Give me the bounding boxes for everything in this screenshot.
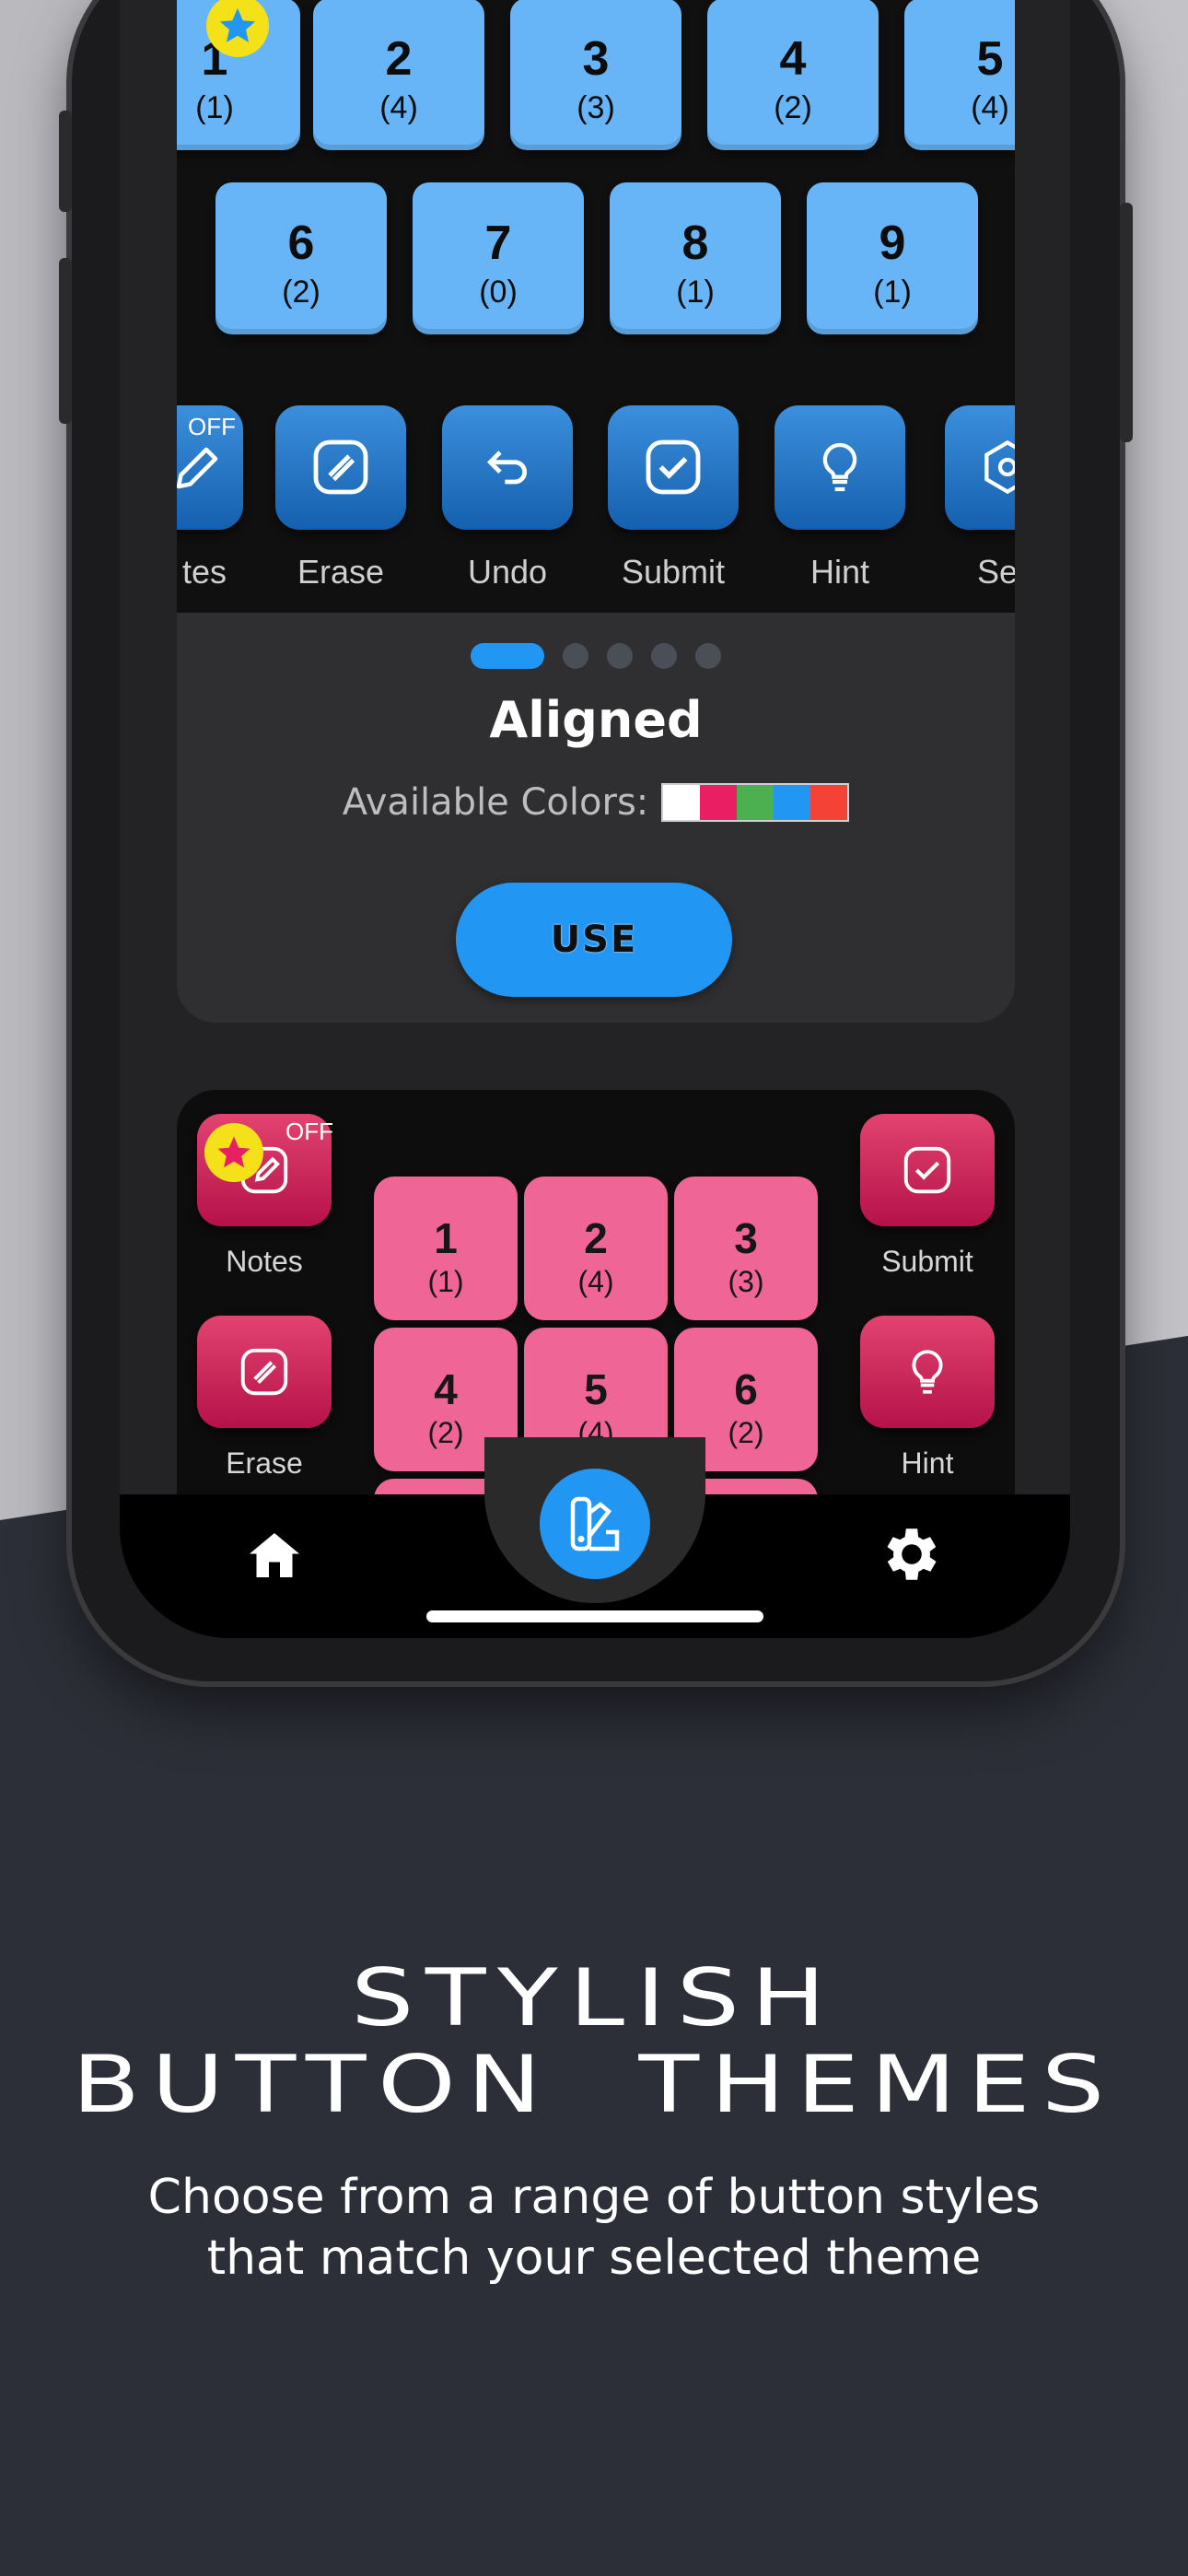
theme-title: Aligned [489,691,703,749]
phone-side-button [1120,203,1133,442]
theme-card: 1 (1) 2 (4) 3 (3) 4 (2) 5 (4) 6 (2) 7 (0… [177,0,1015,1023]
hint-tool-button[interactable] [775,405,905,530]
number-key[interactable]: 1 (1) [374,1177,518,1320]
key-count: (0) [479,275,518,310]
erase-label: Erase [297,553,385,591]
hint-label: Hint [809,553,870,591]
number-key[interactable]: 3 (3) [674,1177,818,1320]
number-key[interactable]: 8 (1) [610,182,781,334]
page-dot[interactable] [563,643,588,669]
undo-icon [486,451,527,485]
phone-side-button [59,111,72,212]
swatch-pink [700,785,738,820]
number-key[interactable]: 9 (1) [807,182,978,334]
number-key[interactable]: 2 (4) [524,1177,668,1320]
key-number: 5 [976,32,1004,86]
key-count: (1) [676,275,715,310]
key-count: (4) [577,1265,614,1298]
key-number: 9 [879,217,906,270]
pencil-icon [177,447,218,489]
notes-off-badge: OFF [188,413,236,440]
number-key[interactable]: 6 (2) [215,182,387,334]
star-icon [204,1123,263,1182]
erase-label: Erase [226,1446,303,1480]
key-number: 8 [681,217,709,270]
key-count: (2) [774,90,812,125]
key-number: 7 [484,217,512,270]
number-key[interactable]: 7 (0) [413,182,584,334]
undo-tool-button[interactable] [442,405,573,530]
key-count: (3) [728,1265,764,1298]
hint-tool-button[interactable] [860,1316,995,1428]
key-number: 6 [734,1365,758,1413]
key-count: (2) [282,275,320,310]
phone-screen: 1 (1) 2 (4) 3 (3) 4 (2) 5 (4) 6 (2) 7 (0… [120,0,1070,1638]
erase-tool-button[interactable] [197,1316,332,1428]
key-count: (1) [427,1265,464,1298]
submit-tool-button[interactable] [860,1114,995,1226]
submit-tool-button[interactable] [608,405,739,530]
page-dot[interactable] [651,643,677,669]
home-indicator [426,1610,763,1622]
eraser-icon [313,439,368,495]
phone-side-button [59,258,72,424]
subtitle: Choose from a range of button styles tha… [0,2167,1188,2289]
settings-tool-button[interactable] [945,405,1015,530]
theme-preview-keypad: 1 (1) 2 (4) 3 (3) 4 (2) 5 (4) 6 (2) 7 (0… [177,0,1015,613]
color-swatches [661,783,850,822]
use-theme-button[interactable]: USE [456,883,732,997]
key-number: 4 [779,32,807,86]
number-key[interactable]: 3 (3) [510,0,681,150]
key-number: 2 [584,1214,608,1262]
key-number: 4 [434,1365,458,1413]
page-indicator[interactable] [177,643,1015,669]
subtitle-line-1: Choose from a range of button styles [147,2170,1041,2225]
key-count: (1) [195,90,234,125]
key-count: (4) [971,90,1009,125]
key-number: 1 [434,1214,458,1262]
themes-fab-button[interactable] [540,1469,650,1579]
number-key[interactable]: 5 (4) [904,0,1015,150]
page-dot[interactable] [607,643,633,669]
available-colors-label: Available Colors: [342,781,649,824]
eraser-icon [240,1348,288,1396]
key-count: (4) [379,90,418,125]
submit-label: Submit [621,553,726,591]
key-number: 3 [734,1214,758,1262]
swatch-green [737,785,775,820]
headline-line-2: BUTTON THEMES [72,2039,1116,2131]
headline: STYLISH BUTTON THEMES [0,1955,1188,2128]
checkbox-icon [903,1146,951,1194]
lightbulb-icon [822,442,857,492]
key-count: (3) [577,90,615,125]
key-number: 2 [385,32,413,86]
hexagon-settings-icon [984,439,1015,495]
home-icon[interactable] [241,1522,308,1588]
key-count: (1) [873,275,912,310]
submit-label: Submit [881,1245,973,1278]
notes-off-badge: OFF [285,1118,333,1145]
erase-tool-button[interactable] [275,405,406,530]
page-dot[interactable] [695,643,721,669]
checkbox-icon [646,439,701,495]
swatch-red [810,785,848,820]
page-dot-active[interactable] [471,643,544,669]
available-colors-row: Available Colors: [177,781,1015,824]
undo-label: Undo [467,553,548,591]
hint-label: Hint [901,1446,954,1480]
headline-line-1: STYLISH [351,1952,837,2044]
number-key[interactable]: 2 (4) [313,0,484,150]
key-number: 3 [582,32,610,86]
subtitle-line-2: that match your selected theme [206,2231,982,2286]
number-key[interactable]: 4 (2) [707,0,879,150]
palette-icon [570,1496,620,1551]
notes-label: Notes [226,1245,303,1278]
swatch-blue [774,785,811,820]
key-number: 6 [287,217,315,270]
settings-label: Setti [976,553,1015,591]
key-number: 5 [584,1365,608,1413]
lightbulb-icon [912,1350,943,1394]
swatch-white [663,785,701,820]
gear-icon[interactable] [878,1520,946,1588]
